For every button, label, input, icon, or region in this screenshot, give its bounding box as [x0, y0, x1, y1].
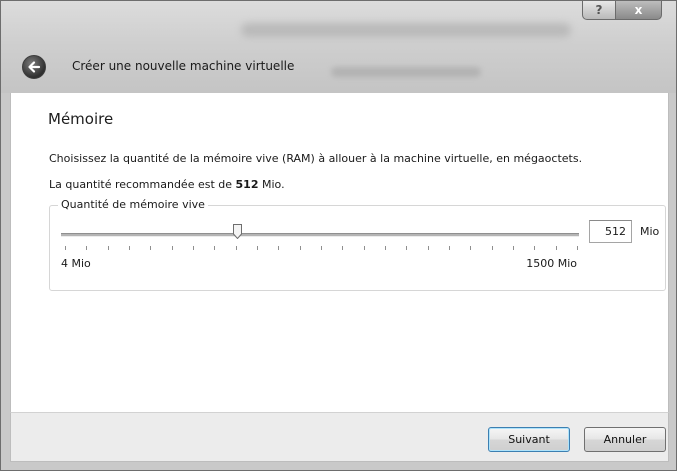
slider-tick — [236, 246, 237, 250]
back-arrow-icon — [28, 61, 41, 73]
slider-tick — [534, 246, 535, 250]
close-icon: x — [634, 3, 643, 17]
title-bar: ? x Créer une nouvelle machine virtuelle — [1, 1, 676, 93]
slider-tick — [342, 246, 343, 250]
slider-tick — [108, 246, 109, 250]
memory-max-label: 1500 Mio — [526, 257, 577, 270]
slider-tick — [449, 246, 450, 250]
slider-tick — [470, 246, 471, 250]
help-icon: ? — [595, 3, 603, 17]
memory-slider-track[interactable] — [61, 233, 579, 237]
cancel-button[interactable]: Annuler — [584, 427, 666, 452]
blurred-background-text — [331, 67, 481, 77]
memory-slider-ticks — [65, 246, 578, 250]
wizard-title: Créer une nouvelle machine virtuelle — [72, 59, 295, 73]
blurred-background-caption — [241, 23, 571, 37]
wizard-window: ? x Créer une nouvelle machine virtuelle… — [0, 0, 677, 471]
slider-tick — [406, 246, 407, 250]
help-button[interactable]: ? — [582, 1, 616, 20]
slider-tick — [364, 246, 365, 250]
memory-groupbox: Quantité de mémoire vive 4 Mio 1500 Mio … — [49, 198, 666, 291]
memory-slider-thumb[interactable] — [233, 224, 242, 239]
back-button[interactable] — [22, 55, 46, 79]
recommended-memory-text: La quantité recommandée est de 512 Mio. — [49, 178, 285, 191]
slider-tick — [300, 246, 301, 250]
caption-buttons: ? x — [582, 1, 662, 21]
page-description: Choisissez la quantité de la mémoire viv… — [49, 152, 583, 165]
slider-tick — [321, 246, 322, 250]
slider-tick — [278, 246, 279, 250]
slider-tick — [86, 246, 87, 250]
slider-tick — [556, 246, 557, 250]
slider-tick — [65, 246, 66, 250]
memory-unit-label: Mio — [640, 225, 660, 238]
slider-tick — [513, 246, 514, 250]
recommended-value: 512 — [235, 178, 259, 191]
memory-group-label: Quantité de mémoire vive — [58, 198, 208, 211]
slider-tick — [193, 246, 194, 250]
wizard-footer: Suivant Annuler — [10, 412, 669, 462]
slider-tick — [150, 246, 151, 250]
slider-tick — [172, 246, 173, 250]
recommended-prefix: La quantité recommandée est de — [49, 178, 236, 191]
slider-tick — [385, 246, 386, 250]
slider-tick — [129, 246, 130, 250]
slider-tick — [257, 246, 258, 250]
memory-min-label: 4 Mio — [61, 257, 91, 270]
slider-tick — [214, 246, 215, 250]
slider-tick — [492, 246, 493, 250]
close-button[interactable]: x — [616, 1, 662, 20]
memory-value-input[interactable] — [589, 220, 632, 243]
wizard-page: Mémoire Choisissez la quantité de la mém… — [10, 93, 669, 412]
page-title: Mémoire — [48, 110, 114, 128]
recommended-suffix: Mio. — [258, 178, 285, 191]
next-button[interactable]: Suivant — [488, 427, 570, 452]
slider-tick — [428, 246, 429, 250]
slider-tick — [577, 246, 578, 250]
